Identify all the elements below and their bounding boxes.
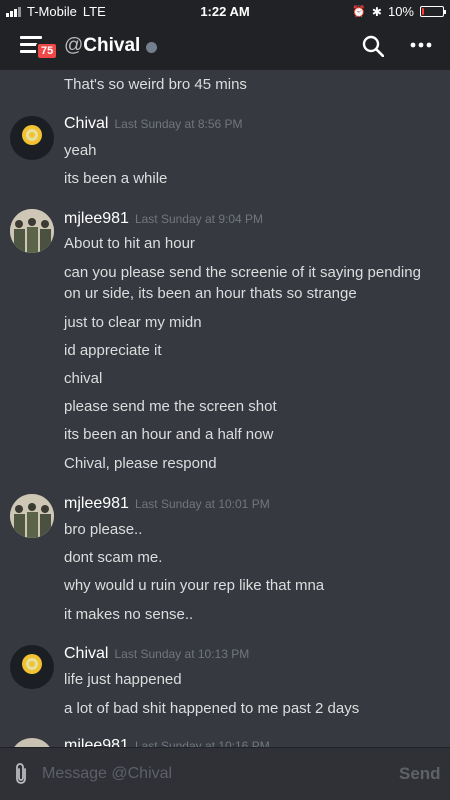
more-options-icon[interactable] (410, 34, 432, 56)
message-text: it makes no sense.. (64, 606, 194, 623)
message-text: can you please send the screenie of it s… (64, 264, 421, 302)
message-composer: Send (0, 747, 450, 800)
channel-name: Chival (83, 35, 141, 56)
avatar[interactable] (10, 494, 54, 538)
presence-dot (146, 42, 158, 53)
channel-header: 75 @ Chival (0, 22, 450, 70)
avatar[interactable] (10, 645, 54, 689)
profile-photo-icon (10, 209, 54, 253)
message-text: please send me the screen shot (64, 398, 277, 415)
avatar[interactable] (10, 209, 54, 253)
status-bar: T-Mobile LTE 1:22 AM ⏰ ✱ 10% (0, 0, 450, 22)
message-text: yeah (64, 142, 97, 159)
message-author-row: Chival Last Sunday at 10:13 PM (64, 645, 249, 663)
message-text: Chival, please respond (64, 455, 217, 472)
message-timestamp: Last Sunday at 8:56 PM (114, 117, 243, 131)
message-text: a lot of bad shit happened to me past 2 … (64, 700, 360, 717)
battery-percent: 10% (387, 4, 414, 19)
message-author-row: mjlee981 Last Sunday at 10:16 PM (64, 737, 270, 747)
channel-title[interactable]: @ Chival (64, 35, 158, 57)
avatar[interactable] (10, 738, 54, 747)
message-timestamp: Last Sunday at 9:04 PM (134, 212, 264, 226)
at-symbol: @ (64, 35, 84, 56)
noxgold-logo-icon (14, 125, 50, 153)
message-text: why would u ruin your rep like that mna (64, 577, 325, 594)
alarm-icon: ⏰ (352, 6, 366, 18)
author-name[interactable]: Chival (64, 115, 108, 133)
author-name[interactable]: Chival (64, 645, 108, 663)
message-text: its been a while (64, 170, 168, 187)
message-author-row: Chival Last Sunday at 8:56 PM (64, 115, 243, 133)
message-text: dont scam me. (64, 549, 163, 566)
author-name[interactable]: mjlee981 (64, 210, 129, 228)
unread-badge: 75 (36, 42, 59, 60)
profile-photo-icon (10, 494, 54, 538)
message-text: its been an hour and a half now (64, 426, 274, 443)
noxgold-logo-icon (14, 654, 50, 682)
message-author-row: mjlee981 Last Sunday at 9:04 PM (64, 210, 263, 228)
message-text: id appreciate it (64, 342, 162, 359)
message-text: just to clear my midn (64, 314, 202, 331)
message-timestamp: Last Sunday at 10:16 PM (134, 739, 270, 747)
message-list[interactable]: That's so weird bro 45 mins Chival Last … (0, 70, 450, 747)
message-text: bro please.. (64, 521, 143, 538)
bluetooth-icon: ✱ (371, 4, 382, 19)
message-text: life just happened (64, 671, 182, 688)
battery-icon (420, 6, 446, 17)
author-name[interactable]: mjlee981 (64, 495, 129, 513)
author-name[interactable]: mjlee981 (64, 737, 129, 747)
status-right: ⏰ ✱ 10% (352, 4, 446, 19)
paperclip-icon[interactable] (12, 762, 30, 786)
send-button[interactable]: Send (399, 764, 441, 784)
message-timestamp: Last Sunday at 10:01 PM (134, 497, 270, 511)
message-timestamp: Last Sunday at 10:13 PM (114, 647, 250, 661)
message-author-row: mjlee981 Last Sunday at 10:01 PM (64, 495, 270, 513)
avatar[interactable] (10, 116, 54, 160)
message-text: About to hit an hour (64, 235, 195, 252)
message-text: That's so weird bro 45 mins (64, 76, 247, 93)
message-text: chival (64, 370, 103, 387)
message-input[interactable] (42, 760, 372, 788)
search-icon[interactable] (362, 35, 384, 57)
